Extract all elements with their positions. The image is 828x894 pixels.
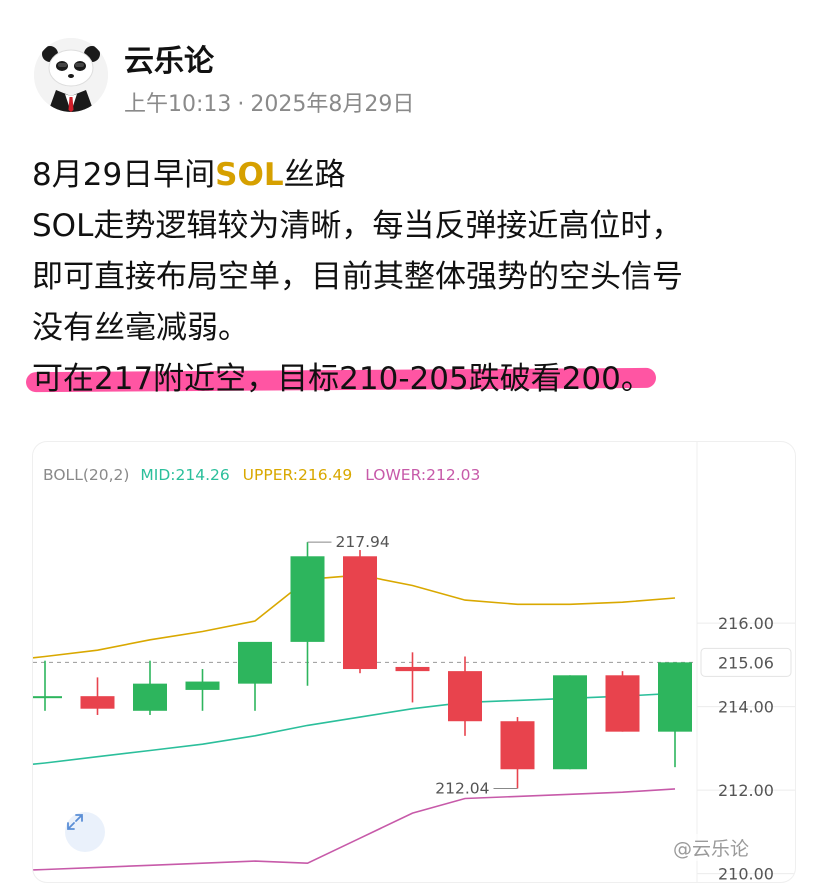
post-body: 8月29日早间SOL丝路 SOL走势逻辑较为清晰，每当反弹接近高位时， 即可直接… (32, 150, 812, 405)
candle-body (290, 556, 325, 642)
chart-labels: 216.00 214.00 212.00 210.00 215.06 217.94 212.… (307, 533, 792, 882)
y-tick-label: 216.00 (718, 614, 774, 633)
candle-body (605, 675, 640, 732)
y-tick-label: 212.00 (718, 781, 774, 800)
post-title-symbol[interactable]: SOL (215, 157, 283, 193)
highlighted-trade-plan: 可在217附近空，目标210-205跌破看200。 (32, 361, 652, 397)
candle-body (500, 721, 535, 770)
candle-body (343, 556, 377, 670)
y-tick-label: 210.00 (718, 865, 774, 882)
post-title-suffix: 丝路 (283, 157, 346, 193)
avatar[interactable] (34, 38, 108, 112)
kline-chart: 216.00 214.00 212.00 210.00 215.06 217.94 212.… (33, 442, 795, 882)
boll-legend: BOLL(20,2) MID:214.26 UPPER:216.49 LOWER… (43, 466, 480, 484)
candle-body (395, 666, 430, 672)
low-price-label: 212.04 (435, 779, 489, 797)
boll-mid-value: MID:214.26 (140, 466, 230, 484)
post-line-5: 可在217附近空，目标210-205跌破看200。 (32, 354, 812, 405)
meta-separator: · (237, 92, 245, 117)
candle-body (553, 675, 587, 770)
y-tick-label: 214.00 (718, 698, 774, 717)
author-name[interactable]: 云乐论 (124, 36, 214, 80)
post-line-4: 没有丝毫减弱。 (32, 310, 249, 346)
candle-body (658, 662, 692, 732)
panda-avatar-icon (34, 38, 108, 112)
boll-lower-line (33, 788, 676, 871)
high-price-label: 217.94 (336, 533, 390, 551)
post-meta: 上午10:13 · 2025年8月29日 (124, 86, 414, 118)
post-line-2: SOL走势逻辑较为清晰，每当反弹接近高位时， (32, 208, 683, 244)
watermark: @云乐论 (673, 834, 750, 861)
boll-upper-value: UPPER:216.49 (242, 466, 353, 484)
last-price-label: 215.06 (718, 653, 774, 672)
candle-body (448, 671, 482, 722)
post-title: 8月29日早间SOL丝路 (32, 150, 812, 201)
candle-body (133, 683, 167, 711)
boll-indicator-name: BOLL(20,2) (43, 466, 130, 484)
candle-body (80, 696, 115, 709)
kline-chart-image[interactable]: 216.00 214.00 212.00 210.00 215.06 217.94 212.… (33, 442, 795, 882)
candles (33, 542, 692, 789)
post-time: 上午10:13 (124, 92, 232, 117)
post-line-3: 即可直接布局空单，目前其整体强势的空头信号 (32, 259, 683, 295)
candle-body (185, 681, 220, 690)
post-title-prefix: 8月29日早间 (32, 157, 216, 193)
post-date: 2025年8月29日 (250, 92, 415, 117)
expand-arrows-icon (67, 814, 83, 830)
boll-lower-value: LOWER:212.03 (365, 466, 481, 484)
candle-body (33, 696, 62, 699)
expand-chart-button[interactable] (65, 812, 105, 852)
candle-body (238, 641, 272, 684)
